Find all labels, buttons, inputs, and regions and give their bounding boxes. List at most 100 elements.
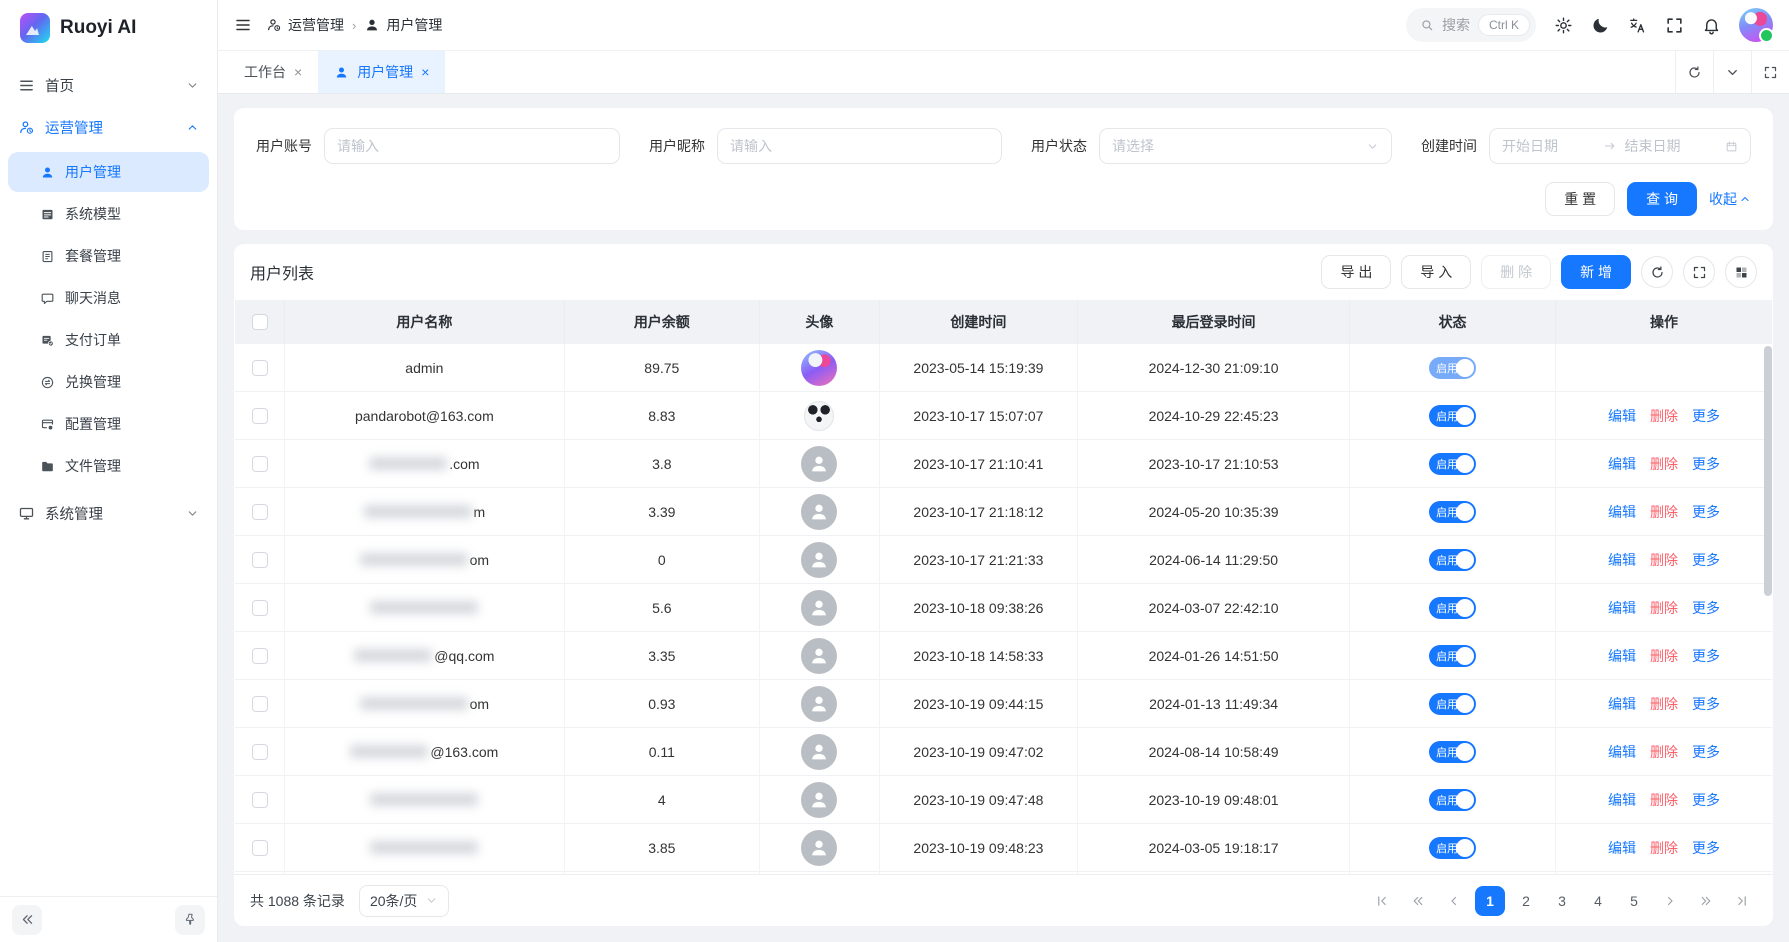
more-link[interactable]: 更多: [1692, 790, 1720, 810]
sidebar-item-entry[interactable]: 系统模型: [8, 194, 209, 234]
tab-workbench[interactable]: 工作台 ×: [228, 51, 318, 93]
import-button[interactable]: 导 入: [1401, 255, 1471, 289]
status-toggle[interactable]: 启用: [1429, 789, 1476, 811]
dark-mode-button[interactable]: [1591, 16, 1610, 35]
row-checkbox[interactable]: [252, 648, 268, 664]
more-link[interactable]: 更多: [1692, 742, 1720, 762]
edit-link[interactable]: 编辑: [1608, 790, 1636, 810]
page-button-2[interactable]: 2: [1511, 886, 1541, 916]
sidebar-pin-button[interactable]: [175, 905, 205, 935]
delete-link[interactable]: 删除: [1650, 550, 1678, 570]
sidebar-item-entry[interactable]: 支付订单: [8, 320, 209, 360]
date-range-picker[interactable]: 开始日期 结束日期: [1489, 128, 1751, 164]
sidebar-item-entry[interactable]: 套餐管理: [8, 236, 209, 276]
breadcrumb-item-users[interactable]: 用户管理: [364, 15, 442, 35]
global-search[interactable]: 搜索 Ctrl K: [1406, 8, 1536, 42]
last-page-button[interactable]: [1727, 886, 1757, 916]
page-size-select[interactable]: 20条/页: [359, 885, 449, 917]
sidebar-item-entry[interactable]: 聊天消息: [8, 278, 209, 318]
table-fullscreen-button[interactable]: [1683, 256, 1715, 288]
sidebar-item-entry[interactable]: 配置管理: [8, 404, 209, 444]
delete-link[interactable]: 删除: [1650, 646, 1678, 666]
status-toggle[interactable]: 启用: [1429, 597, 1476, 619]
page-button-3[interactable]: 3: [1547, 886, 1577, 916]
more-link[interactable]: 更多: [1692, 694, 1720, 714]
edit-link[interactable]: 编辑: [1608, 406, 1636, 426]
table-scrollbar[interactable]: [1764, 346, 1772, 596]
delete-link[interactable]: 删除: [1650, 454, 1678, 474]
sidebar-section[interactable]: 首页: [0, 64, 217, 106]
row-checkbox[interactable]: [252, 504, 268, 520]
status-toggle[interactable]: 启用: [1429, 693, 1476, 715]
next-page-button[interactable]: [1655, 886, 1685, 916]
delete-link[interactable]: 删除: [1650, 790, 1678, 810]
jump-back-button[interactable]: [1403, 886, 1433, 916]
user-avatar[interactable]: [1739, 8, 1773, 42]
table-refresh-button[interactable]: [1641, 256, 1673, 288]
sidebar-section[interactable]: 运营管理: [0, 106, 217, 148]
page-button-5[interactable]: 5: [1619, 886, 1649, 916]
more-link[interactable]: 更多: [1692, 646, 1720, 666]
edit-link[interactable]: 编辑: [1608, 454, 1636, 474]
row-checkbox[interactable]: [252, 360, 268, 376]
edit-link[interactable]: 编辑: [1608, 742, 1636, 762]
sidebar-item-entry[interactable]: 兑换管理: [8, 362, 209, 402]
collapse-filters-link[interactable]: 收起: [1709, 189, 1751, 209]
app-logo[interactable]: Ruoyi AI: [0, 0, 217, 56]
menu-toggle-button[interactable]: [234, 16, 252, 34]
export-button[interactable]: 导 出: [1321, 255, 1391, 289]
status-toggle[interactable]: 启用: [1429, 357, 1476, 379]
user-account-input[interactable]: [337, 138, 607, 154]
tab-menu-button[interactable]: [1713, 51, 1751, 93]
row-checkbox[interactable]: [252, 552, 268, 568]
delete-link[interactable]: 删除: [1650, 838, 1678, 858]
status-toggle[interactable]: 启用: [1429, 741, 1476, 763]
breadcrumb-item-operations[interactable]: 运营管理: [266, 15, 344, 35]
delete-link[interactable]: 删除: [1650, 694, 1678, 714]
page-button-1[interactable]: 1: [1475, 886, 1505, 916]
prev-page-button[interactable]: [1439, 886, 1469, 916]
status-toggle[interactable]: 启用: [1429, 501, 1476, 523]
edit-link[interactable]: 编辑: [1608, 646, 1636, 666]
sidebar-item-active[interactable]: 用户管理: [8, 152, 209, 192]
reset-button[interactable]: 重 置: [1545, 182, 1615, 216]
row-checkbox[interactable]: [252, 456, 268, 472]
column-settings-button[interactable]: [1725, 256, 1757, 288]
status-toggle[interactable]: 启用: [1429, 549, 1476, 571]
status-toggle[interactable]: 启用: [1429, 453, 1476, 475]
delete-link[interactable]: 删除: [1650, 406, 1678, 426]
edit-link[interactable]: 编辑: [1608, 598, 1636, 618]
user-nickname-input[interactable]: [730, 138, 989, 154]
query-button[interactable]: 查 询: [1627, 182, 1697, 216]
more-link[interactable]: 更多: [1692, 838, 1720, 858]
row-checkbox[interactable]: [252, 408, 268, 424]
more-link[interactable]: 更多: [1692, 598, 1720, 618]
edit-link[interactable]: 编辑: [1608, 838, 1636, 858]
row-checkbox[interactable]: [252, 696, 268, 712]
more-link[interactable]: 更多: [1692, 454, 1720, 474]
more-link[interactable]: 更多: [1692, 550, 1720, 570]
close-icon[interactable]: ×: [421, 64, 429, 80]
tab-user-management[interactable]: 用户管理 ×: [318, 51, 445, 93]
sidebar-collapse-button[interactable]: [12, 905, 42, 935]
more-link[interactable]: 更多: [1692, 502, 1720, 522]
status-toggle[interactable]: 启用: [1429, 645, 1476, 667]
language-button[interactable]: [1628, 16, 1647, 35]
edit-link[interactable]: 编辑: [1608, 502, 1636, 522]
settings-button[interactable]: [1554, 16, 1573, 35]
first-page-button[interactable]: [1367, 886, 1397, 916]
delete-button[interactable]: 删 除: [1481, 255, 1551, 289]
jump-forward-button[interactable]: [1691, 886, 1721, 916]
sidebar-item-entry[interactable]: 文件管理: [8, 446, 209, 486]
user-status-select[interactable]: 请选择: [1099, 128, 1392, 164]
select-all-checkbox[interactable]: [252, 314, 268, 330]
row-checkbox[interactable]: [252, 600, 268, 616]
delete-link[interactable]: 删除: [1650, 502, 1678, 522]
fullscreen-button[interactable]: [1665, 16, 1684, 35]
status-toggle[interactable]: 启用: [1429, 405, 1476, 427]
content-fullscreen-button[interactable]: [1751, 51, 1789, 93]
delete-link[interactable]: 删除: [1650, 598, 1678, 618]
notifications-button[interactable]: [1702, 16, 1721, 35]
add-button[interactable]: 新 增: [1561, 255, 1631, 289]
sidebar-section[interactable]: 系统管理: [0, 492, 217, 534]
